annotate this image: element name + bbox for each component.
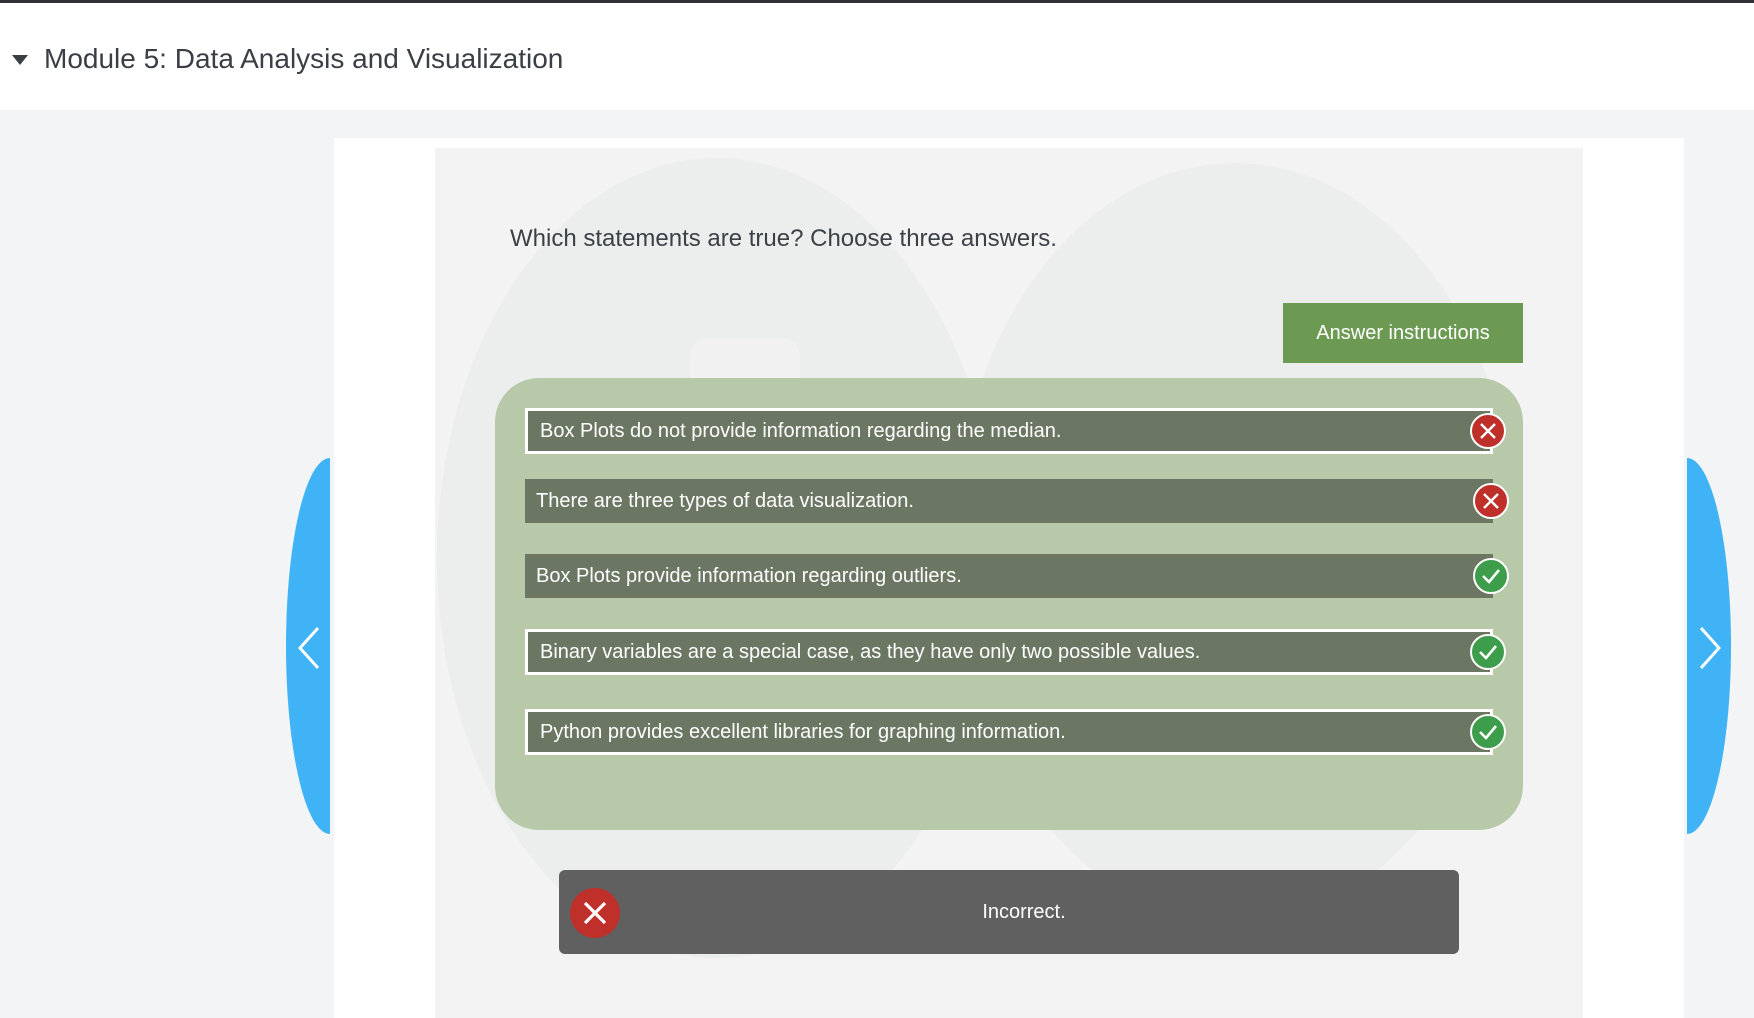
check-circle-icon — [1470, 714, 1506, 750]
answer-option[interactable]: Box Plots do not provide information reg… — [525, 408, 1506, 454]
next-slide-button[interactable] — [1687, 458, 1731, 834]
answer-option[interactable]: Binary variables are a special case, as … — [525, 629, 1506, 675]
chevron-right-icon — [1699, 626, 1722, 670]
top-bar: Module 5: Data Analysis and Visualizatio… — [0, 0, 1754, 110]
quiz-slide: Which statements are true? Choose three … — [435, 148, 1583, 1018]
option-label: Python provides excellent libraries for … — [540, 720, 1066, 743]
option-label: Binary variables are a special case, as … — [540, 640, 1201, 663]
chevron-left-icon — [297, 626, 320, 670]
x-circle-icon — [1470, 413, 1506, 449]
option-label: There are three types of data visualizat… — [536, 489, 914, 512]
question-text: Which statements are true? Choose three … — [510, 225, 1057, 252]
check-circle-icon — [1470, 634, 1506, 670]
module-title: Module 5: Data Analysis and Visualizatio… — [44, 43, 564, 74]
feedback-banner: Incorrect. — [559, 870, 1459, 954]
x-circle-icon — [1473, 483, 1509, 519]
answer-option[interactable]: Python provides excellent libraries for … — [525, 709, 1506, 755]
previous-slide-button[interactable] — [286, 458, 330, 834]
answer-instructions-button[interactable]: Answer instructions — [1283, 303, 1523, 363]
option-label: Box Plots provide information regarding … — [536, 564, 962, 587]
answer-option[interactable]: Box Plots provide information regarding … — [525, 554, 1509, 598]
caret-down-icon[interactable] — [12, 55, 28, 65]
answer-option[interactable]: There are three types of data visualizat… — [525, 479, 1509, 523]
option-label: Box Plots do not provide information reg… — [540, 419, 1062, 442]
module-header[interactable]: Module 5: Data Analysis and Visualizatio… — [12, 43, 563, 75]
feedback-text: Incorrect. — [982, 900, 1066, 923]
options-panel: Box Plots do not provide information reg… — [495, 378, 1523, 830]
check-circle-icon — [1473, 558, 1509, 594]
